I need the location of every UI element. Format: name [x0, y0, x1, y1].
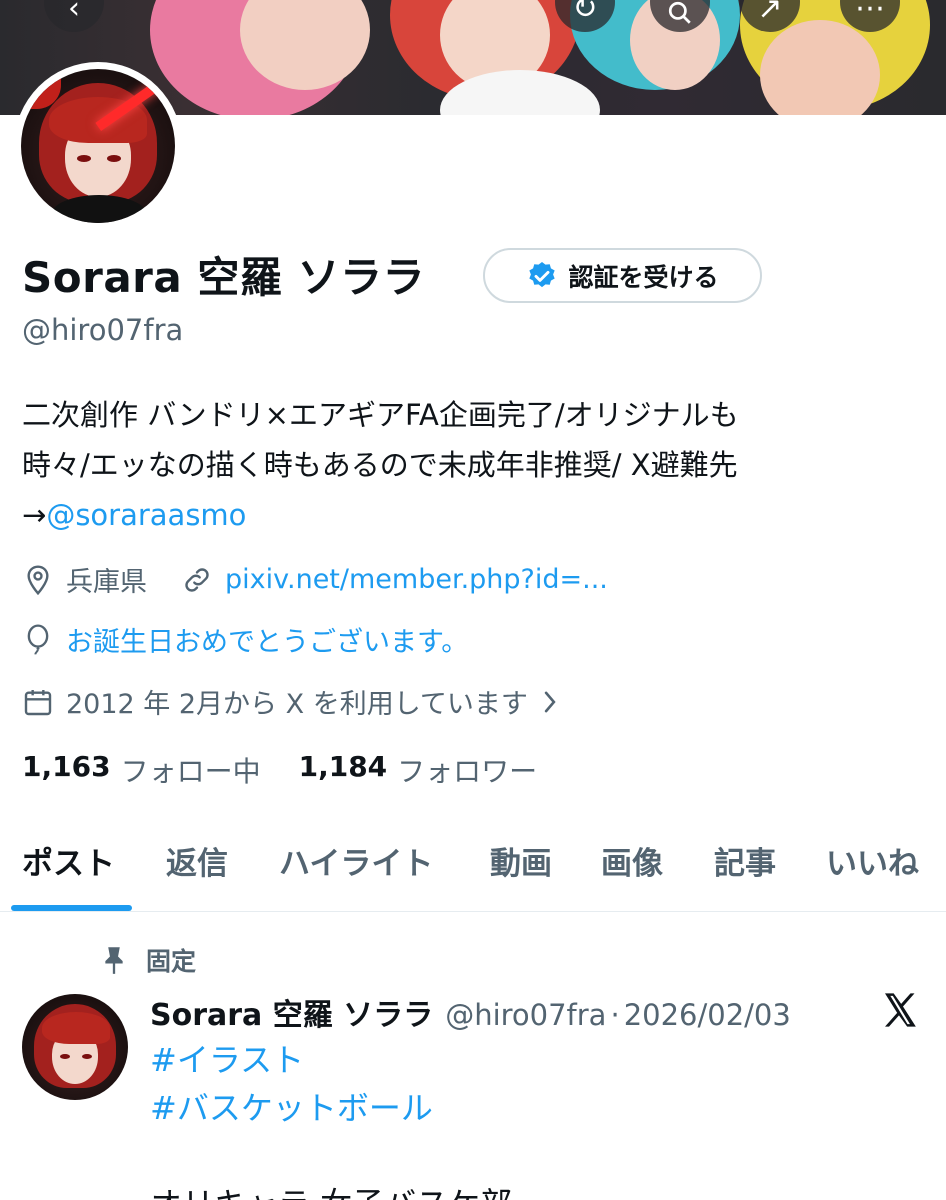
tab-highlights[interactable]: ハイライト: [279, 838, 433, 883]
profile-meta-joined[interactable]: 2012 年 2月から X を利用しています: [22, 682, 560, 721]
pinned-indicator: 固定: [100, 942, 196, 978]
verified-badge-icon: [529, 261, 556, 287]
tab-media[interactable]: 画像: [601, 838, 663, 883]
active-tab-indicator: [11, 905, 132, 911]
post-author-avatar[interactable]: [22, 994, 128, 1100]
x-logo-icon[interactable]: [880, 990, 920, 1030]
get-verified-label: 認証を受ける: [568, 262, 719, 292]
followers-count: 1,184: [298, 750, 388, 783]
profile-website-link[interactable]: pixiv.net/member.php?id=...: [225, 564, 608, 595]
bio-line-2: 時々/エッなの描く時もあるので未成年非推奨/ X避難先: [22, 448, 738, 482]
pin-icon: [105, 947, 123, 974]
following-link[interactable]: 1,163 フォロー中: [22, 750, 261, 790]
followers-label: フォロワー: [397, 755, 538, 788]
link-icon: [185, 567, 209, 592]
location-pin-icon: [27, 564, 49, 595]
search-icon: [668, 1, 691, 24]
bio-line-3: →@soraraasmo: [22, 490, 922, 540]
following-count: 1,163: [22, 750, 111, 783]
post-body: #イラスト #バスケットボール オリキャラ 女子バスケ部: [150, 1036, 512, 1200]
pinned-label: 固定: [146, 947, 197, 976]
profile-birthday[interactable]: お誕生日おめでとうございます。: [66, 620, 468, 659]
post-header: Sorara 空羅 ソララ @hiro07fra · 2026/02/03: [150, 990, 791, 1034]
profile-avatar[interactable]: [14, 62, 182, 230]
post-date[interactable]: 2026/02/03: [624, 998, 791, 1032]
bio-line-1: 二次創作 バンドリ×エアギアFA企画完了/オリジナルも: [22, 398, 739, 432]
followers-link[interactable]: 1,184 フォロワー: [299, 750, 538, 790]
profile-bio: 二次創作 バンドリ×エアギアFA企画完了/オリジナルも 時々/エッなの描く時もあ…: [22, 390, 922, 540]
share-icon: ↗: [757, 0, 783, 26]
post-body-line: オリキャラ 女子バスケ部: [150, 1180, 512, 1200]
tab-posts[interactable]: ポスト: [22, 838, 115, 883]
calendar-icon: [24, 689, 52, 715]
profile-meta-location-website: 兵庫県 pixiv.net/member.php?id=...: [22, 560, 608, 599]
refresh-icon: ↻: [572, 0, 598, 26]
bio-mention-link[interactable]: @soraraasmo: [46, 498, 246, 532]
profile-display-name: Sorara 空羅 ソララ: [22, 253, 425, 302]
get-verified-button[interactable]: 認証を受ける: [483, 248, 762, 303]
hashtag-basketball[interactable]: #バスケットボール: [150, 1084, 512, 1132]
post-author-handle[interactable]: @hiro07fra: [445, 998, 606, 1032]
more-icon: ⋯: [855, 0, 885, 26]
avatar-image: [21, 69, 175, 223]
follow-stats: 1,163 フォロー中 1,184 フォロワー: [22, 750, 537, 790]
following-label: フォロー中: [120, 755, 261, 788]
bio-arrow: →: [22, 498, 47, 532]
tab-articles[interactable]: 記事: [714, 838, 776, 883]
chevron-right-icon: [544, 691, 556, 712]
profile-meta-birthday: お誕生日おめでとうございます。: [22, 620, 468, 659]
profile-joined-date: 2012 年 2月から X を利用しています: [66, 689, 528, 720]
tab-replies[interactable]: 返信: [166, 838, 228, 883]
chevron-left-icon: ‹: [68, 0, 80, 26]
tab-videos[interactable]: 動画: [490, 838, 552, 883]
profile-handle: @hiro07fra: [22, 313, 184, 347]
post-separator: ·: [610, 998, 620, 1032]
tab-likes[interactable]: いいね: [826, 838, 919, 883]
profile-location: 兵庫県: [66, 567, 147, 598]
post-author-name[interactable]: Sorara 空羅 ソララ: [150, 990, 433, 1034]
profile-tabs: ポスト 返信 ハイライト 動画 画像 記事 いいね: [0, 830, 946, 912]
hashtag-illustration[interactable]: #イラスト: [150, 1036, 512, 1084]
back-button[interactable]: ‹: [44, 0, 104, 32]
balloon-icon: [27, 623, 49, 655]
